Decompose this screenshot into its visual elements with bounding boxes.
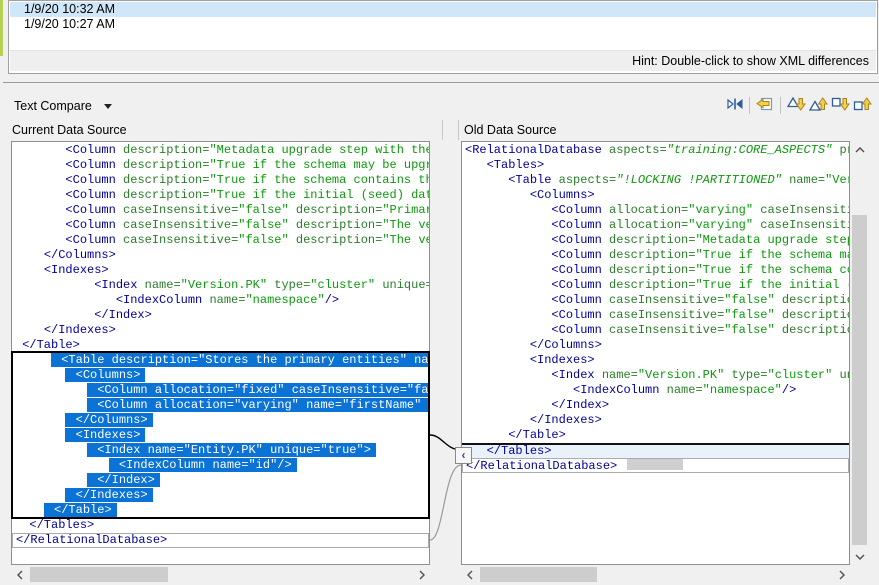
copy-current-change-right-to-left-icon[interactable]: [755, 96, 775, 114]
code-line: <Column description="True if the schema …: [12, 173, 429, 188]
code-line: <IndexColumn name="namespace"/>: [12, 293, 429, 308]
toolbar-separator: [780, 97, 781, 114]
code-line: </Columns>: [12, 248, 429, 263]
code-line: <Column description="True if the initial…: [462, 278, 849, 293]
next-difference-icon[interactable]: [787, 96, 807, 114]
code-line: <Indexes>: [462, 353, 849, 368]
viewer-mode-label[interactable]: Text Compare: [14, 97, 92, 115]
scroll-down-arrow[interactable]: [851, 548, 868, 565]
vertical-scrollbar-thumb[interactable]: [852, 215, 867, 545]
code-line: </RelationalDatabase>: [462, 458, 849, 473]
scroll-up-arrow[interactable]: [851, 141, 868, 158]
history-panel: 1/9/20 10:32 AM 1/9/20 10:27 AM Hint: Do…: [8, 0, 878, 74]
swap-left-right-view-icon[interactable]: [726, 96, 746, 114]
toolbar-separator: [749, 97, 750, 114]
vertical-scrollbar[interactable]: [851, 141, 868, 565]
code-line: </Indexes>: [12, 323, 429, 338]
code-line: <Column allocation="varying" caseInsensi…: [462, 203, 849, 218]
code-line: <Column description="True if the schema …: [462, 248, 849, 263]
code-line: </Indexes>: [462, 413, 849, 428]
history-timestamp: 1/9/20 10:27 AM: [24, 17, 115, 31]
code-line: <IndexColumn name="namespace"/>: [462, 383, 849, 398]
code-line: </Index>: [462, 398, 849, 413]
code-line: </RelationalDatabase>: [12, 533, 429, 548]
copy-change-left-arrow-button[interactable]: ‹: [455, 447, 472, 464]
right-horizontal-scrollbar-thumb[interactable]: [480, 567, 597, 582]
compare-editor-window: { "history": { "rows": [ {"timestamp": "…: [0, 0, 879, 584]
code-line: <Column description="Metadata upgrade st…: [12, 143, 429, 158]
history-timestamp: 1/9/20 10:32 AM: [24, 2, 115, 16]
right-code-pane[interactable]: <RelationalDatabase aspects="training:CO…: [461, 141, 850, 565]
right-pane-title: Old Data Source: [464, 121, 556, 140]
left-pane-title: Current Data Source: [12, 121, 127, 140]
code-line: <Column caseInsensitive="false" descript…: [462, 293, 849, 308]
code-line: <Columns>: [12, 368, 429, 383]
scroll-left-arrow[interactable]: [461, 566, 478, 583]
scroll-left-arrow[interactable]: [11, 566, 28, 583]
code-line: <Column description="Metadata upgrade st…: [462, 233, 849, 248]
right-horizontal-scrollbar[interactable]: [461, 566, 850, 583]
left-code-pane[interactable]: <Column description="Metadata upgrade st…: [11, 141, 430, 565]
header-separator: [458, 120, 459, 140]
code-line: <Table aspects="!LOCKING !PARTITIONED" n…: [462, 173, 849, 188]
chevron-down-icon[interactable]: [104, 104, 112, 113]
code-line: </Tables>: [462, 443, 849, 458]
code-line: </Index>: [12, 308, 429, 323]
code-line: <Column allocation="varying" caseInsensi…: [462, 218, 849, 233]
code-line: <Column caseInsensitive="false" descript…: [462, 323, 849, 338]
code-line: </Table>: [12, 503, 429, 518]
code-line: <Column allocation="varying" name="first…: [12, 398, 429, 413]
diff-connector-gutter: [430, 141, 461, 565]
code-line: <Indexes>: [12, 263, 429, 278]
hint-bar: Hint: Double-click to show XML differenc…: [10, 50, 876, 71]
code-line: <Index name="Version.PK" type="cluster" …: [12, 278, 429, 293]
code-line: </Indexes>: [12, 488, 429, 503]
previous-change-icon[interactable]: [853, 96, 873, 114]
code-line: <Column description="True if the initial…: [12, 188, 429, 203]
code-line: <Index name="Entity.PK" unique="true">: [12, 443, 429, 458]
code-line: <Column caseInsensitive="false" descript…: [12, 203, 429, 218]
code-line: <Column description="True if the schema …: [462, 263, 849, 278]
code-line: </Table>: [12, 338, 429, 353]
left-horizontal-scrollbar[interactable]: [11, 566, 430, 583]
scroll-right-arrow[interactable]: [413, 566, 430, 583]
previous-difference-icon[interactable]: [809, 96, 829, 114]
history-row[interactable]: 1/9/20 10:27 AM: [10, 17, 876, 32]
code-line: <Column description="True if the schema …: [12, 158, 429, 173]
panel-edge-accent-top: [0, 0, 3, 56]
code-line: <Column caseInsensitive="false" descript…: [12, 218, 429, 233]
scroll-right-arrow[interactable]: [833, 566, 850, 583]
code-line: </Table>: [462, 428, 849, 443]
hint-text: Hint: Double-click to show XML differenc…: [632, 54, 869, 68]
history-row-selected[interactable]: 1/9/20 10:32 AM: [10, 2, 876, 17]
next-change-icon[interactable]: [831, 96, 851, 114]
code-line: <Tables>: [462, 158, 849, 173]
code-line: <Columns>: [462, 188, 849, 203]
code-line: <Column allocation="fixed" caseInsensiti…: [12, 383, 429, 398]
code-line: <Indexes>: [12, 428, 429, 443]
header-separator: [442, 120, 443, 140]
code-line: <RelationalDatabase aspects="training:CO…: [462, 143, 849, 158]
code-line: </Columns>: [462, 338, 849, 353]
code-line: </Tables>: [12, 518, 429, 533]
code-line: <Column caseInsensitive="false" descript…: [12, 233, 429, 248]
code-line: </Columns>: [12, 413, 429, 428]
code-line: <Index name="Version.PK" type="cluster" …: [462, 368, 849, 383]
code-line: <Table description="Stores the primary e…: [12, 353, 429, 368]
diff-filler-block: [627, 459, 683, 470]
code-line: <Column caseInsensitive="false" descript…: [462, 308, 849, 323]
code-line: <IndexColumn name="id"/>: [12, 458, 429, 473]
code-line: </Index>: [12, 473, 429, 488]
left-horizontal-scrollbar-thumb[interactable]: [30, 567, 168, 582]
